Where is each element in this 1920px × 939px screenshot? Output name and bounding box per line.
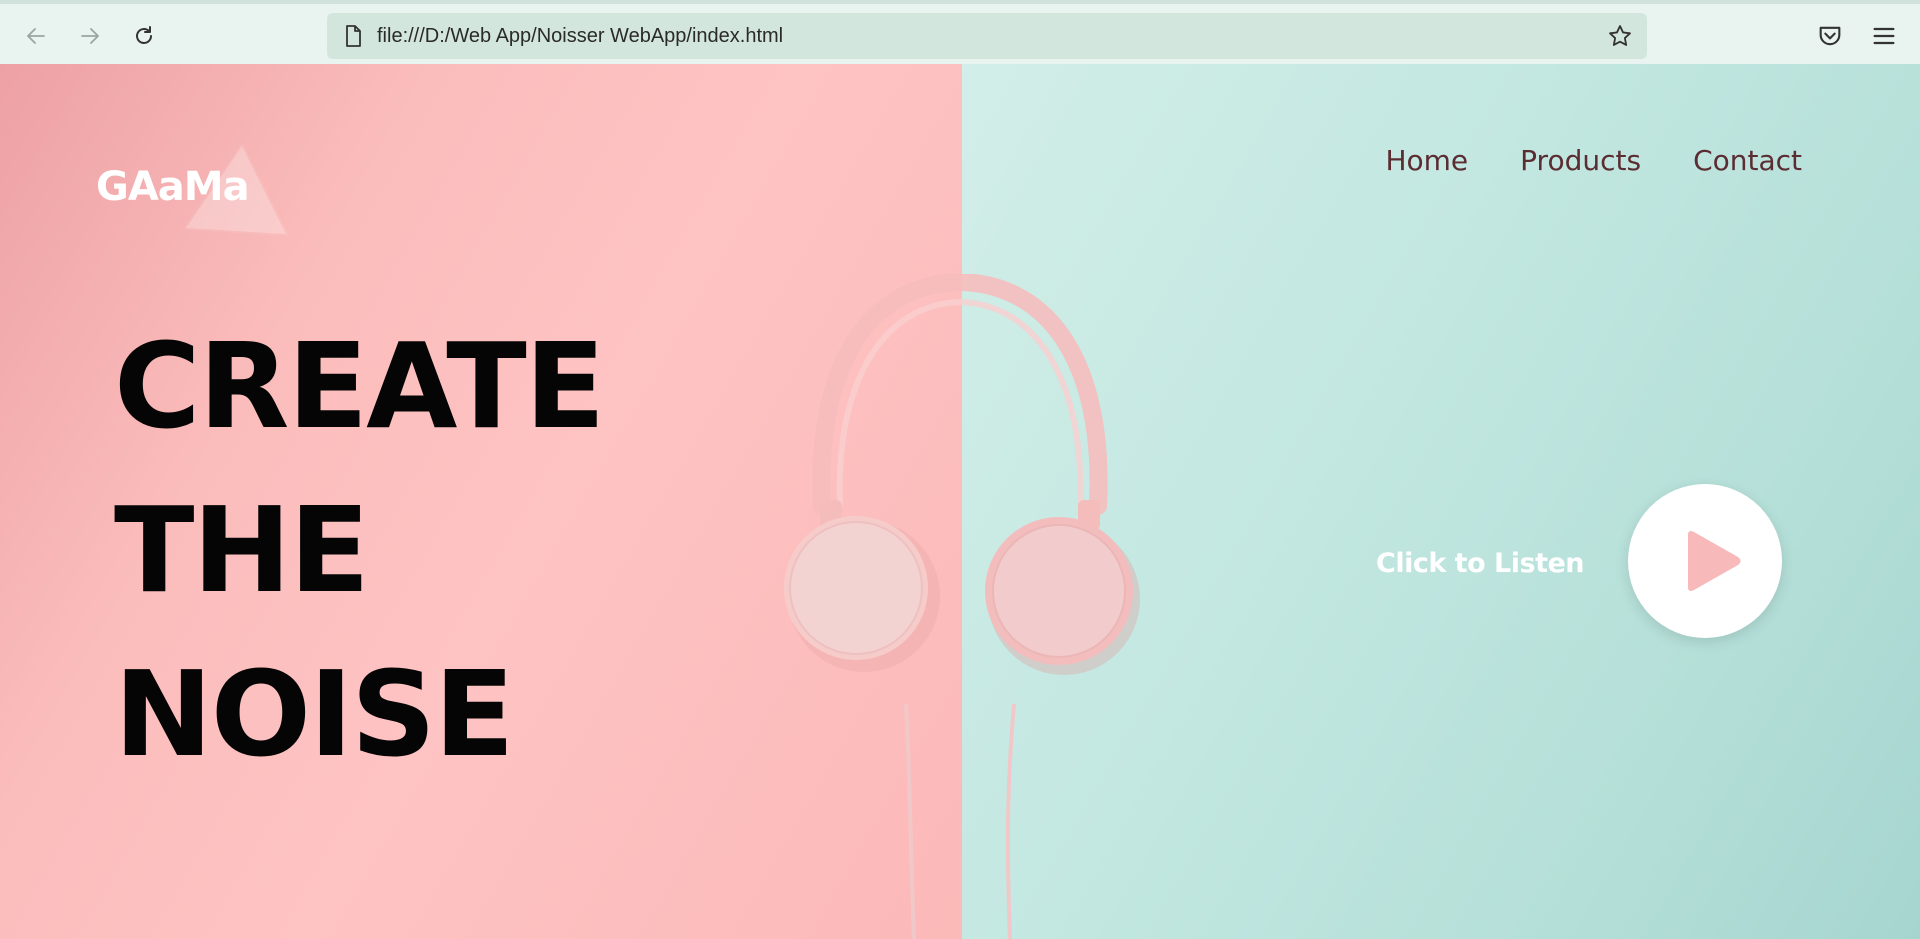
address-bar[interactable]: file:///D:/Web App/Noisser WebApp/index.… <box>327 13 1647 59</box>
headline-line-3: NOISE <box>114 645 515 783</box>
headphones-image <box>784 274 1140 939</box>
arrow-right-icon <box>81 28 99 44</box>
web-page: GAaMa Home Products Contact CREATE THE N… <box>0 64 1920 939</box>
nav-link-products[interactable]: Products <box>1520 144 1641 177</box>
reload-button[interactable] <box>126 18 162 54</box>
headline-line-1: CREATE <box>114 317 605 455</box>
arrow-left-icon <box>27 28 45 44</box>
url-text[interactable]: file:///D:/Web App/Noisser WebApp/index.… <box>377 13 783 59</box>
browser-toolbar: file:///D:/Web App/Noisser WebApp/index.… <box>0 0 1920 64</box>
hamburger-menu-icon[interactable] <box>1870 22 1898 50</box>
play-icon <box>1688 531 1741 591</box>
site-logo[interactable]: GAaMa <box>96 116 296 236</box>
nav-link-contact[interactable]: Contact <box>1693 144 1802 177</box>
star-icon[interactable] <box>1607 23 1633 49</box>
nav-link-home[interactable]: Home <box>1385 144 1468 177</box>
reload-icon <box>136 26 152 44</box>
play-button[interactable] <box>1628 484 1782 638</box>
headline-line-2: THE <box>114 481 370 619</box>
pocket-icon[interactable] <box>1816 22 1844 50</box>
back-button[interactable] <box>18 18 54 54</box>
hero-headline: CREATE THE NOISE <box>114 304 605 796</box>
file-icon <box>346 25 361 47</box>
main-nav: Home Products Contact <box>1333 144 1802 177</box>
forward-button[interactable] <box>72 18 108 54</box>
logo-text: GAaMa <box>96 164 250 210</box>
click-to-listen-label[interactable]: Click to Listen <box>1376 548 1585 579</box>
